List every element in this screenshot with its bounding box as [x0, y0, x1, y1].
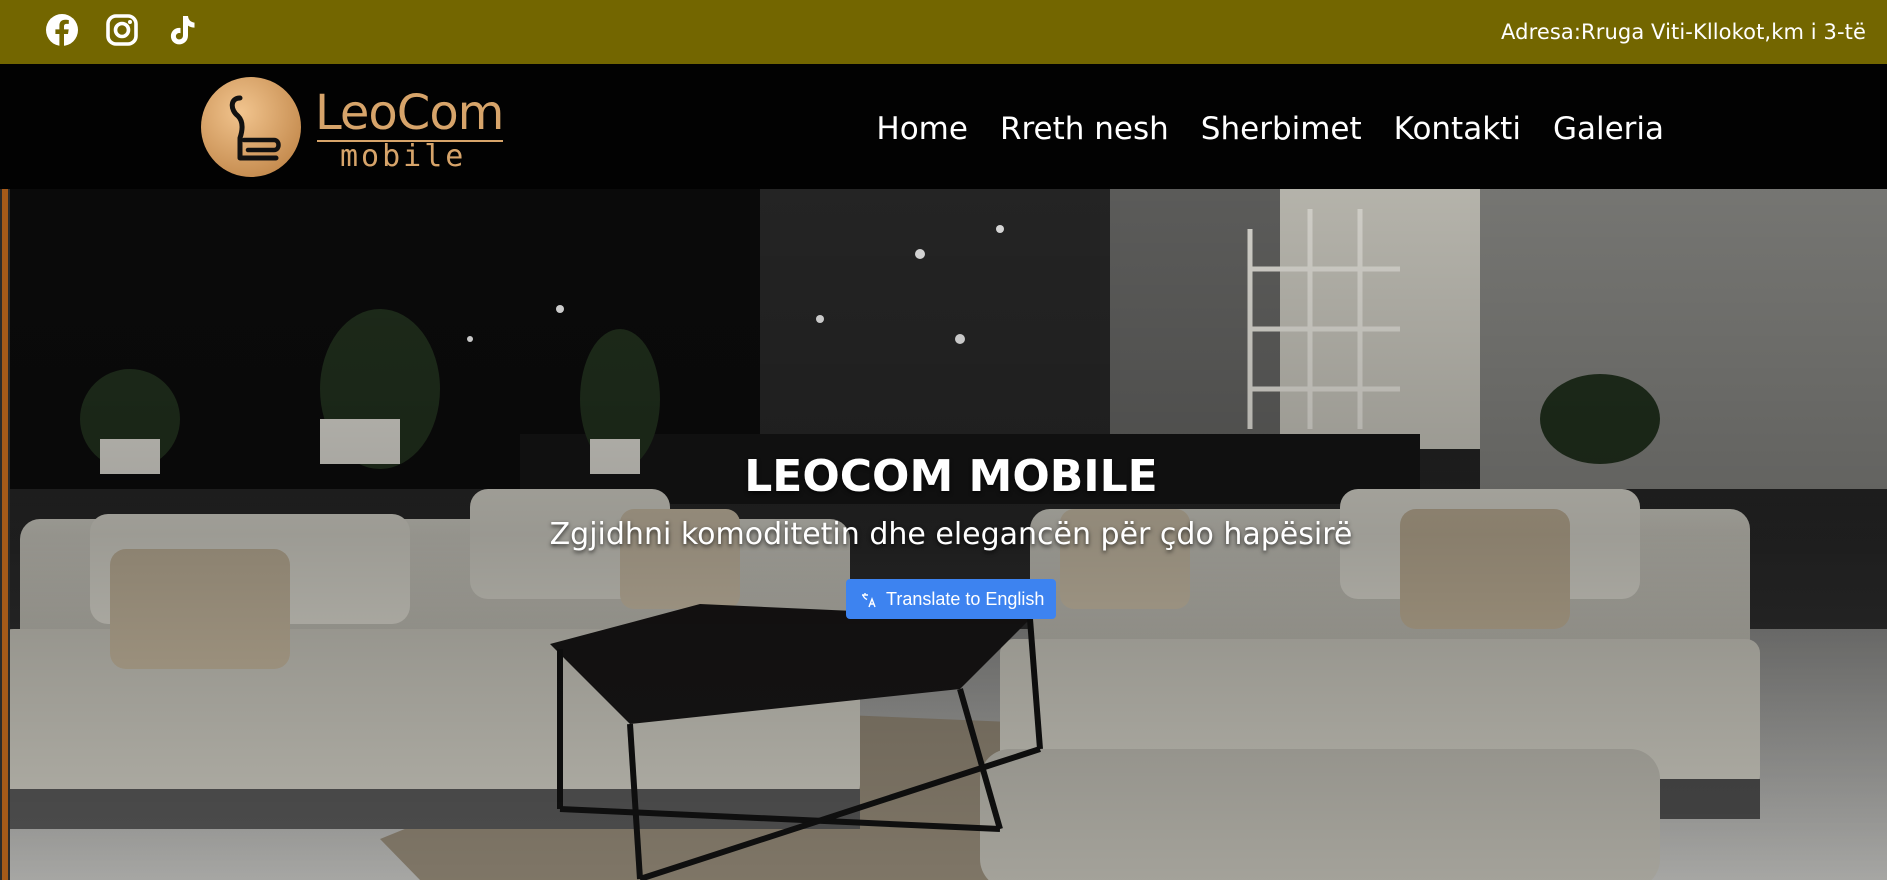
top-bar: Adresa:Rruga Viti-Kllokot,km i 3-të — [0, 0, 1887, 64]
leocom-logo-icon — [201, 77, 301, 177]
social-links — [44, 12, 200, 48]
hero-title: LEOCOM MOBILE — [744, 451, 1158, 502]
hero-section: LEOCOM MOBILE Zgjidhni komoditetin dhe e… — [0, 189, 1887, 880]
nav-link-galeria[interactable]: Galeria — [1553, 112, 1664, 146]
translate-icon — [862, 593, 876, 608]
logo-title: LeoCom — [315, 85, 504, 141]
main-navbar: LeoCom mobile Home Rreth nesh Sherbimet … — [0, 64, 1887, 189]
logo-subtitle: mobile — [340, 139, 467, 174]
main-menu: Home Rreth nesh Sherbimet Kontakti Galer… — [876, 112, 1664, 146]
leocom-logo[interactable]: LeoCom mobile — [200, 74, 510, 180]
nav-link-rreth-nesh[interactable]: Rreth nesh — [1000, 112, 1169, 146]
instagram-link[interactable] — [104, 12, 140, 48]
instagram-icon — [106, 14, 138, 46]
hero-subtitle: Zgjidhni komoditetin dhe elegancën për ç… — [549, 517, 1353, 552]
facebook-icon — [46, 14, 78, 46]
nav-link-kontakti[interactable]: Kontakti — [1394, 112, 1521, 146]
tiktok-icon — [170, 16, 195, 45]
address-text: Adresa:Rruga Viti-Kllokot,km i 3-të — [1501, 20, 1866, 44]
translate-button-label: Translate to English — [886, 588, 1045, 609]
tiktok-link[interactable] — [164, 12, 200, 48]
nav-link-sherbimet[interactable]: Sherbimet — [1201, 112, 1362, 146]
facebook-link[interactable] — [44, 12, 80, 48]
translate-button[interactable]: Translate to English — [846, 579, 1056, 619]
nav-link-home[interactable]: Home — [876, 112, 968, 146]
